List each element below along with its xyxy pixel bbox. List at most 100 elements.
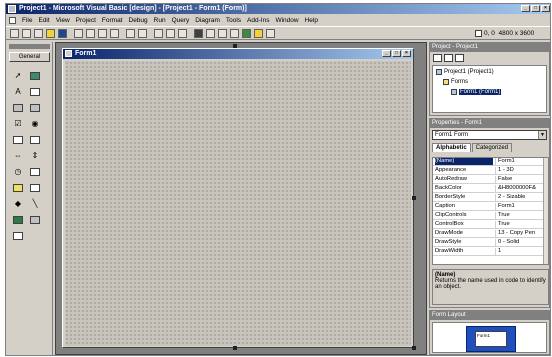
break-icon[interactable] (166, 29, 175, 38)
open-project-icon[interactable] (46, 29, 55, 38)
end-icon[interactable] (178, 29, 187, 38)
maximize-button[interactable]: □ (531, 5, 540, 12)
menu-tools[interactable]: Tools (226, 17, 241, 24)
property-value[interactable]: 0 - Solid (495, 239, 545, 246)
frame-tool-icon[interactable] (12, 102, 24, 113)
redo-icon[interactable] (138, 29, 147, 38)
tree-node-form1[interactable]: Form1 (Form1) (451, 89, 502, 95)
image-tool-icon[interactable] (12, 214, 24, 225)
form-minimize-button[interactable]: _ (382, 50, 391, 57)
component-manager-icon[interactable] (266, 29, 275, 38)
toolbox-icon[interactable] (242, 29, 251, 38)
vb-app-icon[interactable] (8, 5, 16, 13)
view-code-icon[interactable] (433, 54, 442, 62)
mini-form[interactable]: Form1 (475, 331, 507, 347)
find-icon[interactable] (110, 29, 119, 38)
drivelistbox-tool-icon[interactable] (29, 166, 41, 177)
minimize-button[interactable]: _ (521, 5, 530, 12)
property-row[interactable]: Caption Form1 (433, 203, 548, 211)
resize-handle-top[interactable] (233, 44, 237, 48)
menu-help[interactable]: Help (305, 17, 318, 24)
pointer-tool-icon[interactable]: ➚ (12, 70, 24, 81)
object-browser-icon[interactable] (230, 29, 239, 38)
vscrollbar-tool-icon[interactable]: ⇕ (29, 150, 41, 161)
ole-tool-icon[interactable] (12, 230, 24, 241)
property-value[interactable]: 1 (495, 248, 545, 255)
commandbutton-tool-icon[interactable] (29, 102, 41, 113)
property-row[interactable]: BorderStyle 2 - Sizable (433, 194, 548, 202)
property-value[interactable]: 2 - Sizable (495, 194, 545, 201)
data-view-icon[interactable] (254, 29, 263, 38)
resize-handle-corner[interactable] (412, 346, 416, 350)
toolbox-general-tab[interactable]: General (9, 52, 50, 62)
form-maximize-button[interactable]: □ (392, 50, 401, 57)
form-layout-icon[interactable] (218, 29, 227, 38)
menu-view[interactable]: View (56, 17, 70, 24)
close-button[interactable]: × (541, 5, 550, 12)
form-title-bar[interactable]: Form1 _ □ × (63, 49, 413, 59)
menu-query[interactable]: Query (172, 17, 190, 24)
textbox-tool-icon[interactable] (29, 86, 41, 97)
property-value[interactable]: True (495, 212, 545, 219)
property-value[interactable]: 13 - Copy Pen (495, 230, 545, 237)
menu-file[interactable]: File (22, 17, 32, 24)
view-object-icon[interactable] (444, 54, 453, 62)
menu-run[interactable]: Run (154, 17, 166, 24)
shape-tool-icon[interactable]: ◆ (12, 198, 24, 209)
property-row[interactable]: ClipControls True (433, 212, 548, 220)
save-project-icon[interactable] (58, 29, 67, 38)
document-icon[interactable] (9, 16, 16, 24)
picturebox-tool-icon[interactable] (29, 70, 41, 81)
property-row[interactable]: DrawMode 13 - Copy Pen (433, 230, 548, 238)
form-design-grid[interactable] (65, 61, 411, 346)
copy-icon[interactable] (86, 29, 95, 38)
menu-project[interactable]: Project (76, 17, 96, 24)
paste-icon[interactable] (98, 29, 107, 38)
undo-icon[interactable] (126, 29, 135, 38)
tree-node-project[interactable]: Project1 (Project1) (436, 69, 494, 75)
property-value[interactable]: Form1 (495, 158, 545, 165)
property-row[interactable]: Appearance 1 - 3D (433, 167, 548, 175)
properties-window-icon[interactable] (206, 29, 215, 38)
object-dropdown[interactable]: Form1 Form ▼ (432, 130, 547, 140)
resize-handle-bottom[interactable] (233, 346, 237, 350)
property-value[interactable]: Form1 (495, 203, 545, 210)
tab-alphabetic[interactable]: Alphabetic (432, 143, 471, 152)
resize-handle-right[interactable] (412, 196, 416, 200)
property-row[interactable]: ControlBox True (433, 221, 548, 229)
timer-tool-icon[interactable]: ◷ (12, 166, 24, 177)
listbox-tool-icon[interactable] (29, 134, 41, 145)
menu-format[interactable]: Format (102, 17, 123, 24)
property-row[interactable]: AutoRedraw False (433, 176, 548, 184)
hscrollbar-tool-icon[interactable]: ⇔ (12, 150, 24, 161)
checkbox-tool-icon[interactable]: ☑ (12, 118, 24, 129)
start-icon[interactable] (154, 29, 163, 38)
toggle-folders-icon[interactable] (455, 54, 464, 62)
form-window[interactable]: Form1 _ □ × (62, 48, 414, 348)
property-grid-scrollbar[interactable] (543, 158, 548, 264)
dirlistbox-tool-icon[interactable] (12, 182, 24, 193)
property-value[interactable]: 1 - 3D (495, 167, 545, 174)
cut-icon[interactable] (74, 29, 83, 38)
property-row[interactable]: (Name) Form1 (433, 158, 548, 166)
menu-diagram[interactable]: Diagram (195, 17, 220, 24)
chevron-down-icon[interactable]: ▼ (538, 131, 546, 139)
add-form-icon[interactable] (22, 29, 31, 38)
property-value[interactable]: False (495, 176, 545, 183)
project-explorer-icon[interactable] (194, 29, 203, 38)
property-row[interactable]: BackColor &H8000000F& (433, 185, 548, 193)
add-project-icon[interactable] (10, 29, 19, 38)
filelistbox-tool-icon[interactable] (29, 182, 41, 193)
menu-window[interactable]: Window (275, 17, 298, 24)
property-row[interactable]: DrawStyle 0 - Solid (433, 239, 548, 247)
tree-node-forms[interactable]: Forms (443, 79, 468, 85)
property-value[interactable]: &H8000000F& (495, 185, 545, 192)
optionbutton-tool-icon[interactable]: ◉ (29, 118, 41, 129)
tab-categorized[interactable]: Categorized (471, 143, 513, 152)
property-row[interactable]: DrawWidth 1 (433, 248, 548, 256)
menu-add-ins[interactable]: Add-Ins (247, 17, 269, 24)
line-tool-icon[interactable]: ╲ (29, 198, 41, 209)
data-tool-icon[interactable] (29, 214, 41, 225)
label-tool-icon[interactable]: A (12, 86, 24, 97)
combobox-tool-icon[interactable] (12, 134, 24, 145)
